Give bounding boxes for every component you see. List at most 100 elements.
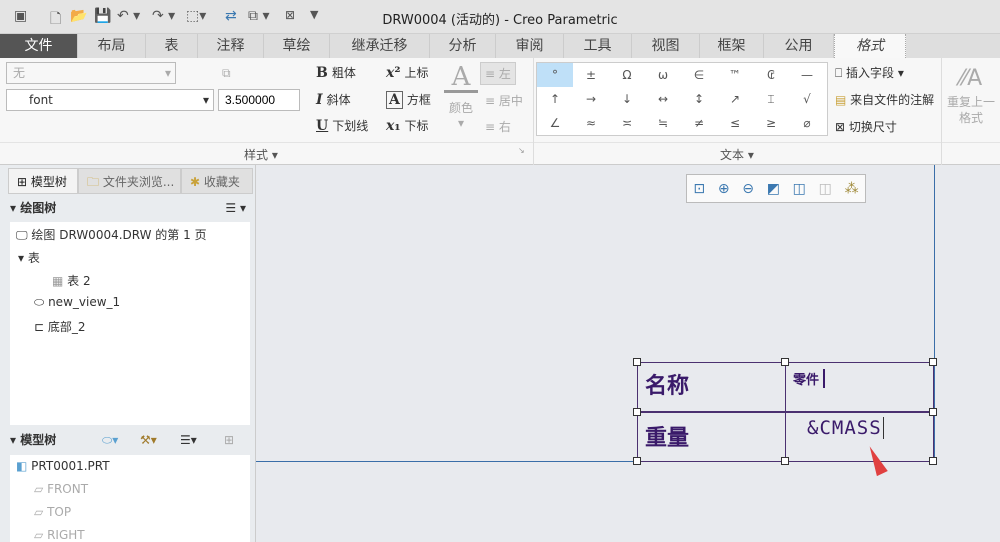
symbol-button[interactable]: √ <box>789 87 825 111</box>
note-from-file-button[interactable]: ▤ 来自文件的注解 <box>835 91 934 108</box>
symbol-button[interactable]: ≈ <box>573 111 609 135</box>
superscript-button[interactable]: x² 上标 <box>386 64 429 81</box>
tree-item-tables[interactable]: ▾ 表 <box>18 249 40 266</box>
subscript-button[interactable]: x₁ 下标 <box>386 117 429 134</box>
drawing-tree-header[interactable]: ▾ 绘图树 ☰ ▾ <box>10 196 250 220</box>
tab-review[interactable]: 审阅 <box>496 34 564 58</box>
tree-item-table-2[interactable]: ▦ 表 2 <box>52 272 91 289</box>
text-height-input[interactable] <box>218 89 300 111</box>
resize-handle[interactable] <box>929 457 937 465</box>
symbol-button[interactable]: ° <box>537 63 573 87</box>
resize-handle[interactable] <box>781 358 789 366</box>
symbol-button[interactable]: ∈ <box>681 63 717 87</box>
display-style-icon[interactable]: ◫ <box>793 181 806 197</box>
symbol-button[interactable]: ↓ <box>609 87 645 111</box>
resize-handle[interactable] <box>633 457 641 465</box>
zoom-fit-icon[interactable]: ⊡ <box>693 181 705 197</box>
symbol-button[interactable]: Ω <box>609 63 645 87</box>
symbol-button[interactable]: ↕ <box>681 87 717 111</box>
toggle-dimension-button[interactable]: ⊠ 切换尺寸 <box>835 118 897 135</box>
tab-folder-browser[interactable]: 🗀 文件夹浏览... <box>78 168 181 194</box>
model-tree-header[interactable]: ▾ 模型树 ⬭▾ ⚒▾ ☰▾ ⊞ <box>10 428 250 452</box>
align-center-button[interactable]: ≡ 居中 <box>485 92 523 109</box>
color-button[interactable]: A 颜色 ▾ <box>444 64 478 130</box>
tab-tools[interactable]: 工具 <box>564 34 632 58</box>
table-cell-weight-value[interactable]: &CMASS <box>807 417 884 439</box>
symbol-button[interactable]: ≤ <box>717 111 753 135</box>
tree-settings-icon[interactable]: ☰▾ <box>180 428 197 452</box>
tree-item-label: 底部_2 <box>47 320 86 334</box>
symbol-button[interactable]: ≒ <box>645 111 681 135</box>
align-left-button[interactable]: ≡ 左 <box>480 62 516 85</box>
display-style-icon[interactable]: ⬭▾ <box>102 428 118 452</box>
tree-item-view[interactable]: ⬭ new_view_1 <box>34 295 120 310</box>
symbol-button[interactable]: ⌀ <box>789 111 825 135</box>
tools-icon[interactable]: ⚒▾ <box>140 428 157 452</box>
symbol-button[interactable]: ∠ <box>537 111 573 135</box>
symbol-button[interactable]: ≥ <box>753 111 789 135</box>
resize-handle[interactable] <box>781 457 789 465</box>
datum-display-icon[interactable]: ⁂ <box>845 181 859 197</box>
tab-table[interactable]: 表 <box>146 34 198 58</box>
dialog-launcher-icon[interactable]: ↘ <box>518 146 525 155</box>
part-icon: ◧ <box>16 459 28 473</box>
resize-handle[interactable] <box>929 358 937 366</box>
tree-item-front[interactable]: ▱ FRONT <box>34 482 88 496</box>
tab-frame[interactable]: 框架 <box>700 34 764 58</box>
tree-item-bottom[interactable]: ⊏ 底部_2 <box>34 318 86 335</box>
tree-filter-icon[interactable]: ⊞ <box>224 428 234 452</box>
tab-view[interactable]: 视图 <box>632 34 700 58</box>
bold-button[interactable]: B 粗体 <box>316 64 356 81</box>
symbol-button[interactable]: → <box>573 87 609 111</box>
symbol-button[interactable]: ₢ <box>753 63 789 87</box>
tab-analysis[interactable]: 分析 <box>430 34 496 58</box>
style-group-label[interactable]: 样式 ▾ <box>244 146 278 163</box>
insert-field-button[interactable]: ⎕ 插入字段 ▾ <box>835 64 904 81</box>
tab-file[interactable]: 文件 <box>0 34 78 58</box>
symbol-button[interactable]: ± <box>573 63 609 87</box>
drawing-canvas[interactable] <box>256 165 1000 542</box>
style-select[interactable]: 无 ▾ <box>6 62 176 84</box>
resize-handle[interactable] <box>633 358 641 366</box>
tab-legacy-migration[interactable]: 继承迁移 <box>330 34 430 58</box>
symbol-button[interactable]: ↑ <box>537 87 573 111</box>
table-cell-name-value[interactable]: 零件 <box>793 369 826 388</box>
repaint-icon[interactable]: ◩ <box>767 181 780 197</box>
underline-button[interactable]: U 下划线 <box>316 117 368 134</box>
model-tree-icon: ⊞ <box>17 175 28 189</box>
symbol-button[interactable]: ↔ <box>645 87 681 111</box>
zoom-out-icon[interactable]: ⊖ <box>742 181 754 197</box>
symbol-button[interactable]: ω <box>645 63 681 87</box>
symbol-button[interactable]: ™ <box>717 63 753 87</box>
tab-format[interactable]: 格式 <box>834 34 906 58</box>
box-button[interactable]: A 方框 <box>386 91 431 109</box>
tab-model-tree[interactable]: ⊞ 模型树 <box>8 168 78 194</box>
table-cell-weight-label[interactable]: 重量 <box>645 420 689 452</box>
copy-style-icon[interactable]: ⧉ <box>222 66 231 81</box>
tree-item-top[interactable]: ▱ TOP <box>34 505 71 519</box>
tab-layout[interactable]: 布局 <box>78 34 146 58</box>
table-cell-name-label[interactable]: 名称 <box>645 368 689 400</box>
tab-favorites[interactable]: ✱ 收藏夹 <box>181 168 253 194</box>
tab-annotate[interactable]: 注释 <box>198 34 264 58</box>
tree-item-sheet[interactable]: 🖵 绘图 DRW0004.DRW 的第 1 页 <box>16 226 207 243</box>
align-right-button[interactable]: ≡ 右 <box>485 118 511 135</box>
tree-settings-icon[interactable]: ☰ ▾ <box>225 196 246 220</box>
saved-views-icon[interactable]: ◫ <box>819 181 832 197</box>
resize-handle[interactable] <box>633 408 641 416</box>
symbol-button[interactable]: ↗ <box>717 87 753 111</box>
symbol-button[interactable]: ≠ <box>681 111 717 135</box>
zoom-in-icon[interactable]: ⊕ <box>718 181 730 197</box>
tree-item-right[interactable]: ▱ RIGHT <box>34 528 85 542</box>
symbol-button[interactable]: ≍ <box>609 111 645 135</box>
resize-handle[interactable] <box>929 408 937 416</box>
repeat-format-button[interactable]: ⁄⁄A 重复上一格式 <box>946 64 996 126</box>
tab-sketch[interactable]: 草绘 <box>264 34 330 58</box>
symbol-button[interactable]: ⌶ <box>753 87 789 111</box>
font-select[interactable]: font ▾ <box>6 89 214 111</box>
tree-item-part[interactable]: ◧ PRT0001.PRT <box>16 459 110 473</box>
italic-button[interactable]: I 斜体 <box>316 91 351 108</box>
symbol-button[interactable]: — <box>789 63 825 87</box>
tab-utilities[interactable]: 公用 <box>764 34 834 58</box>
text-group-label[interactable]: 文本 ▾ <box>720 146 754 163</box>
